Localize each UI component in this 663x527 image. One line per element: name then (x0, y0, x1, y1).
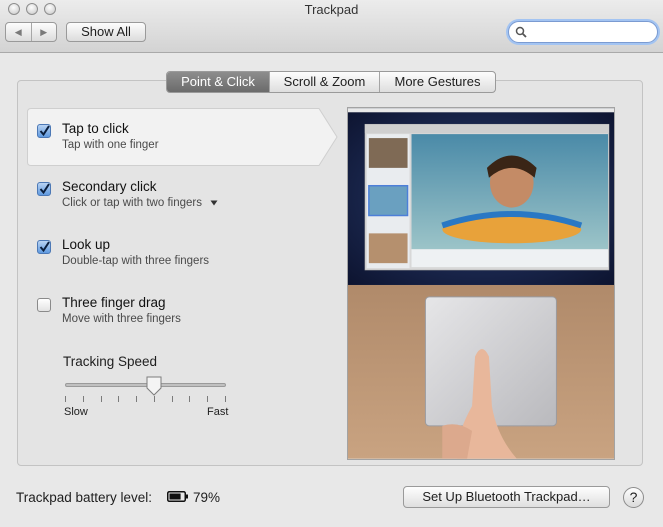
search-field[interactable] (508, 21, 658, 43)
slider-tick (118, 396, 119, 402)
slider-tick (65, 396, 66, 402)
slider-tick (207, 396, 208, 402)
slider-tick (101, 396, 102, 402)
tap-to-click-checkbox[interactable] (37, 124, 51, 138)
look-up-checkbox[interactable] (37, 240, 51, 254)
checkmark-icon (39, 241, 50, 253)
secondary-click-checkbox[interactable] (37, 182, 51, 196)
window-title: Trackpad (304, 2, 359, 17)
three-finger-drag-checkbox[interactable] (37, 298, 51, 312)
option-subtitle-text: Click or tap with two fingers (62, 197, 202, 209)
forward-button[interactable]: ▶ (30, 23, 57, 41)
battery-level-label: Trackpad battery level: (16, 490, 153, 505)
checkmark-icon (39, 183, 50, 195)
show-all-button[interactable]: Show All (66, 22, 146, 42)
battery-icon (167, 491, 188, 502)
option-subtitle: Move with three fingers (62, 313, 181, 325)
tab-bar: Point & Click Scroll & Zoom More Gesture… (166, 71, 496, 93)
back-forward-control: ◀ ▶ (5, 22, 57, 42)
tab-point-click[interactable]: Point & Click (167, 72, 269, 92)
option-title: Tap to click (62, 121, 129, 136)
option-subtitle: Tap with one finger (62, 139, 159, 151)
gesture-preview-video (347, 107, 615, 460)
help-icon[interactable]: ? (623, 487, 644, 508)
tab-more-gestures[interactable]: More Gestures (379, 72, 495, 92)
slider-tick (172, 396, 173, 402)
title-bar: Trackpad ◀ ▶ Show All (0, 0, 663, 53)
slow-label: Slow (64, 406, 88, 418)
slider-tick (136, 396, 137, 402)
tab-scroll-zoom[interactable]: Scroll & Zoom (269, 72, 379, 92)
dropdown-arrow-icon[interactable] (210, 200, 218, 206)
back-button[interactable]: ◀ (6, 23, 31, 41)
battery-percentage: 79% (193, 490, 221, 505)
option-subtitle: Click or tap with two fingers (62, 197, 218, 209)
option-subtitle: Double-tap with three fingers (62, 255, 210, 267)
tracking-speed-label: Tracking Speed (63, 354, 158, 369)
slider-tick (154, 396, 155, 402)
selected-option-highlight (27, 108, 338, 166)
option-title: Look up (62, 237, 111, 252)
fast-label: Fast (207, 406, 229, 418)
slider-tick (189, 396, 190, 402)
tracking-speed-slider-thumb[interactable] (146, 376, 162, 396)
slider-tick (83, 396, 84, 402)
option-title: Three finger drag (62, 295, 166, 310)
slider-tick (225, 396, 226, 402)
tracking-speed-ticks (65, 396, 226, 402)
checkmark-icon (39, 125, 50, 137)
search-icon (515, 26, 527, 38)
option-title: Secondary click (62, 179, 157, 194)
set-up-bluetooth-trackpad-button[interactable]: Set Up Bluetooth Trackpad… (403, 486, 610, 508)
